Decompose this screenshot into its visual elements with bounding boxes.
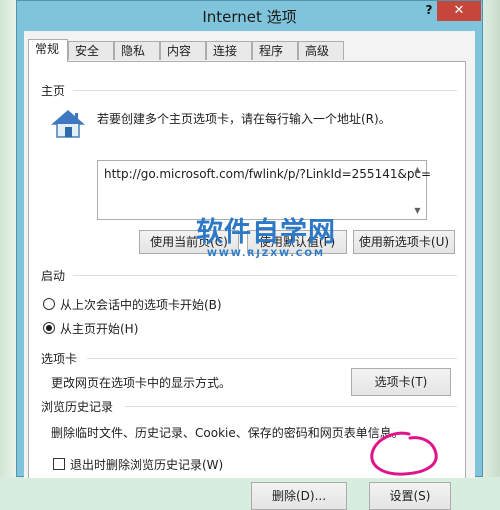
title-bar[interactable]: Internet 选项 ? ✕	[17, 1, 482, 31]
general-tab-panel: 主页 若要创建多个主页选项卡，请在每行输入一个地址(R)。 http://go.…	[28, 61, 466, 510]
radio-last-session-label: 从上次会话中的选项卡开始(B)	[60, 298, 222, 312]
tabs-settings-button[interactable]: 选项卡(T)	[351, 368, 451, 396]
delete-on-exit-checkbox[interactable]	[53, 458, 65, 470]
radio-last-session[interactable]	[43, 298, 55, 310]
radio-home-page[interactable]	[43, 322, 55, 334]
tabs-separator	[87, 358, 457, 359]
help-button[interactable]: ?	[422, 3, 436, 17]
site-watermark: 软件自学网 WWW.RJZXW.COM	[176, 210, 356, 259]
radio-home-page-label: 从主页开始(H)	[60, 322, 139, 336]
tabs-group-label: 选项卡	[41, 352, 78, 366]
history-settings-button[interactable]: 设置(S)	[369, 482, 451, 510]
delete-history-button[interactable]: 删除(D)...	[251, 482, 347, 510]
delete-on-exit-label: 退出时删除浏览历史记录(W)	[70, 458, 224, 472]
highlight-scribble	[370, 431, 438, 476]
history-description: 删除临时文件、历史记录、Cookie、保存的密码和网页表单信息。	[51, 426, 404, 440]
tab-general[interactable]: 常规	[28, 39, 68, 62]
tab-security[interactable]: 安全	[68, 41, 114, 60]
tab-advanced[interactable]: 高级	[298, 41, 344, 60]
close-button[interactable]: ✕	[437, 1, 481, 21]
house-icon	[51, 110, 85, 138]
tabs-description: 更改网页在选项卡中的显示方式。	[51, 376, 232, 390]
homepage-url-value: http://go.microsoft.com/fwlink/p/?LinkId…	[104, 167, 432, 181]
scroll-up-arrow-icon[interactable]: ▲	[410, 162, 425, 177]
history-group-label: 浏览历史记录	[41, 400, 114, 414]
watermark-main-text: 软件自学网	[196, 217, 336, 248]
history-separator	[125, 406, 457, 407]
startup-group-label: 启动	[41, 269, 66, 283]
tab-programs[interactable]: 程序	[252, 41, 298, 60]
startup-separator	[73, 275, 457, 276]
homepage-separator	[73, 90, 457, 91]
homepage-group-label: 主页	[41, 84, 66, 98]
tab-privacy[interactable]: 隐私	[114, 41, 160, 60]
homepage-instruction: 若要创建多个主页选项卡，请在每行输入一个地址(R)。	[97, 112, 391, 126]
watermark-sub-text: WWW.RJZXW.COM	[206, 249, 326, 259]
tab-content[interactable]: 内容	[160, 41, 206, 60]
window-title: Internet 选项	[202, 8, 297, 26]
tab-connections[interactable]: 连接	[206, 41, 252, 60]
use-new-tab-button[interactable]: 使用新选项卡(U)	[353, 230, 455, 254]
scroll-down-arrow-icon[interactable]: ▼	[410, 203, 425, 218]
